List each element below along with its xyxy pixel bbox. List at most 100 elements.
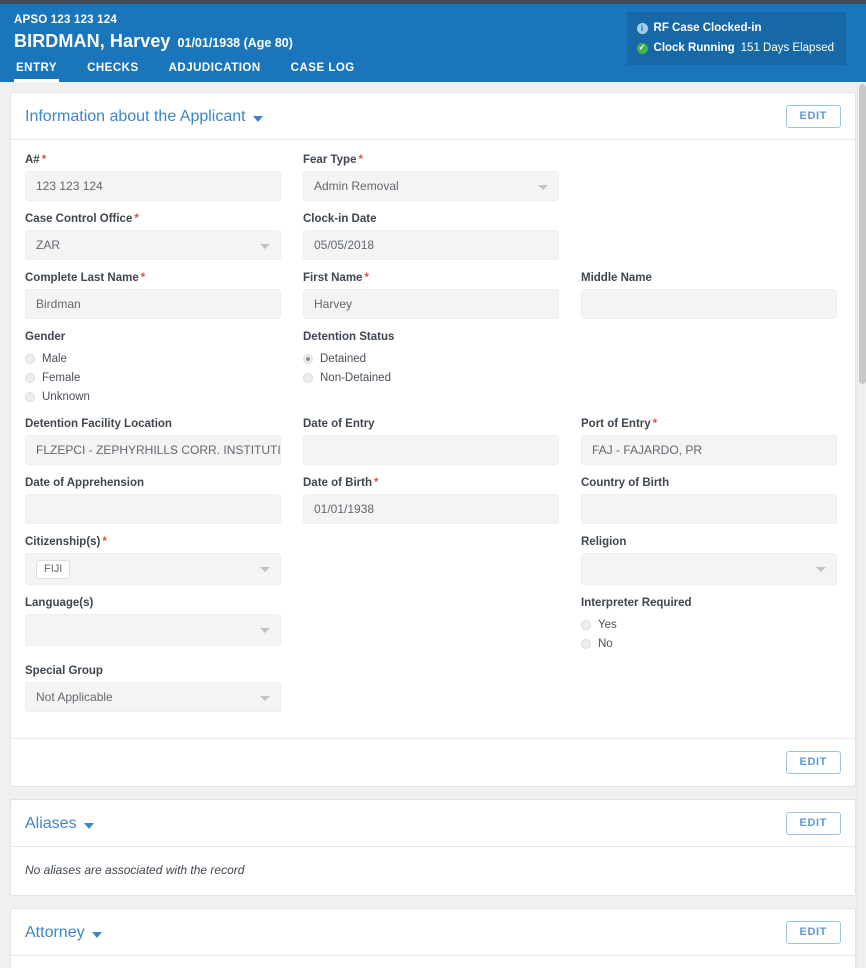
scrollbar-thumb[interactable] (859, 84, 866, 384)
applicant-card-title-toggle[interactable]: Information about the Applicant (25, 108, 263, 126)
required-marker: * (358, 154, 363, 166)
date-of-apprehension-input[interactable] (25, 494, 281, 524)
field-label: Interpreter Required (581, 597, 692, 609)
tab-case-log[interactable]: CASE LOG (289, 60, 357, 82)
port-of-entry-input[interactable]: FAJ - FAJARDO, PR (581, 435, 837, 465)
chevron-down-icon (252, 115, 263, 122)
date-of-entry-input[interactable] (303, 435, 559, 465)
field-label: Complete Last Name * (25, 272, 146, 284)
radio-label: Detained (320, 352, 367, 365)
radio-label: Non-Detained (320, 371, 391, 384)
field-date-of-entry: Date of Entry (303, 418, 559, 465)
required-marker: * (134, 213, 139, 225)
last-name-input[interactable]: Birdman (25, 289, 281, 319)
field-case-control-office: Case Control Office * ZAR (25, 213, 281, 260)
required-marker: * (374, 477, 379, 489)
detention-status-radio-group: Detained Non-Detained (303, 348, 559, 387)
a-number-input[interactable]: 123 123 124 (25, 171, 281, 201)
field-label: Port of Entry * (581, 418, 658, 430)
field-detention-facility: Detention Facility Location FLZEPCI - ZE… (25, 418, 281, 465)
status-clock-running-label: Clock Running (653, 42, 735, 54)
edit-applicant-button-bottom[interactable]: EDIT (785, 751, 841, 774)
aliases-card-title-toggle[interactable]: Aliases (25, 815, 94, 833)
field-label: A# * (25, 154, 47, 166)
attorney-card-title-toggle[interactable]: Attorney (25, 924, 102, 942)
country-of-birth-input[interactable] (581, 494, 837, 524)
gender-radio-group: Male Female Unknown (25, 348, 281, 406)
field-label: Case Control Office * (25, 213, 139, 225)
tab-checks[interactable]: CHECKS (85, 60, 141, 82)
aliases-card: Aliases EDIT No aliases are associated w… (10, 799, 856, 896)
applicant-card-header: Information about the Applicant EDIT (11, 93, 855, 140)
special-group-select[interactable]: Not Applicable (25, 682, 281, 712)
field-complete-last-name: Complete Last Name * Birdman (25, 272, 281, 319)
gender-option-unknown[interactable]: Unknown (25, 387, 281, 406)
edit-applicant-button-top[interactable]: EDIT (785, 105, 841, 128)
form-row-office-clockin: Case Control Office * ZAR Clock-in Date 0… (25, 213, 841, 260)
field-special-group: Special Group Not Applicable (25, 665, 281, 712)
tab-entry[interactable]: ENTRY (14, 60, 60, 82)
page-scrollbar[interactable] (857, 82, 866, 968)
field-interpreter-required: Interpreter Required Yes No (581, 597, 837, 653)
field-port-of-entry: Port of Entry * FAJ - FAJARDO, PR (581, 418, 837, 465)
status-days-elapsed: 151 Days Elapsed (740, 42, 834, 54)
field-label: Date of Apprehension (25, 477, 145, 489)
detention-facility-input[interactable]: FLZEPCI - ZEPHYRHILLS CORR. INSTITUTION … (25, 435, 281, 465)
field-clock-in-date: Clock-in Date 05/05/2018 (303, 213, 559, 260)
required-marker: * (364, 272, 369, 284)
chevron-down-icon (91, 931, 102, 938)
field-fear-type: Fear Type * Admin Removal (303, 154, 559, 201)
field-languages: Language(s) (25, 597, 281, 653)
field-label: Gender (25, 331, 66, 343)
status-clock-running: ✓ Clock Running 151 Days Elapsed (636, 39, 834, 57)
field-citizenships: Citizenship(s) * FIJI (25, 536, 281, 585)
clock-in-date-input[interactable]: 05/05/2018 (303, 230, 559, 260)
case-control-office-select[interactable]: ZAR (25, 230, 281, 260)
required-marker: * (652, 418, 658, 430)
edit-aliases-button[interactable]: EDIT (785, 812, 841, 835)
interpreter-option-no[interactable]: No (581, 634, 837, 653)
attorney-card-header: Attorney EDIT (11, 909, 855, 956)
tab-adjudication[interactable]: ADJUDICATION (167, 60, 263, 82)
gender-option-male[interactable]: Male (25, 349, 281, 368)
radio-icon (581, 619, 591, 630)
date-of-birth-input[interactable]: 01/01/1938 (303, 494, 559, 524)
form-row-anumber-feartype: A# * 123 123 124 Fear Type * Admin Removal (25, 154, 841, 201)
religion-select[interactable] (581, 553, 837, 585)
detention-option-detained[interactable]: Detained (303, 349, 559, 368)
radio-label: Male (42, 352, 67, 365)
required-marker: * (102, 536, 107, 548)
case-status-box: i RF Case Clocked-in ✓ Clock Running 151… (626, 12, 846, 65)
languages-multiselect[interactable] (25, 614, 281, 646)
applicant-information-card: Information about the Applicant EDIT A# *… (10, 92, 856, 787)
middle-name-input[interactable] (581, 289, 837, 319)
field-label: Date of Birth * (303, 477, 379, 489)
radio-label: No (598, 637, 613, 650)
fear-type-select[interactable]: Admin Removal (303, 171, 559, 201)
form-row-language-interpreter: Language(s) Interpreter Required Yes No (25, 597, 841, 653)
citizenship-chip[interactable]: FIJI (36, 559, 71, 579)
field-first-name: First Name * Harvey (303, 272, 559, 319)
detention-option-non-detained[interactable]: Non-Detained (303, 368, 559, 387)
field-label: Religion (581, 536, 627, 548)
attorney-card: Attorney EDIT No attorney is associated … (10, 908, 856, 968)
first-name-input[interactable]: Harvey (303, 289, 559, 319)
field-religion: Religion (581, 536, 837, 585)
form-row-gender-detention: Gender Male Female Unknown Detention Sta… (25, 331, 841, 406)
field-label: Detention Status (303, 331, 395, 343)
applicant-card-footer: EDIT (11, 739, 855, 786)
field-middle-name: Middle Name (581, 272, 837, 319)
field-label: Fear Type * (303, 154, 363, 166)
attorney-card-title: Attorney (25, 923, 85, 941)
edit-attorney-button[interactable]: EDIT (785, 921, 841, 944)
radio-icon (25, 353, 35, 364)
gender-option-female[interactable]: Female (25, 368, 281, 387)
field-label: First Name * (303, 272, 369, 284)
field-country-of-birth: Country of Birth (581, 477, 837, 524)
citizenships-multiselect[interactable]: FIJI (25, 553, 281, 585)
radio-icon (25, 372, 35, 383)
aliases-card-header: Aliases EDIT (11, 800, 855, 847)
field-label: Country of Birth (581, 477, 670, 489)
interpreter-option-yes[interactable]: Yes (581, 615, 837, 634)
radio-label: Yes (598, 618, 617, 631)
